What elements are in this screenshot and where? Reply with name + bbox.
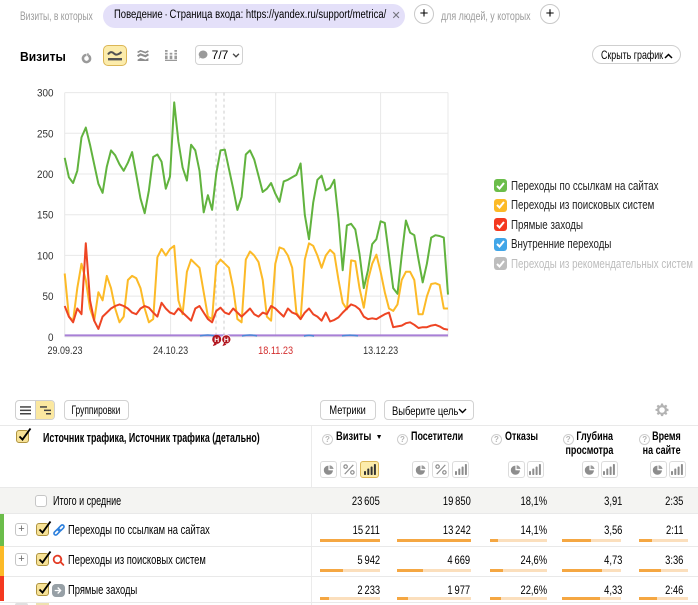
svg-text:300: 300 — [37, 88, 54, 100]
svg-text:Н: Н — [224, 337, 229, 344]
svg-text:13.12.23: 13.12.23 — [363, 345, 398, 357]
svg-text:29.09.23: 29.09.23 — [48, 345, 83, 357]
svg-text:100: 100 — [37, 250, 54, 262]
svg-text:0: 0 — [48, 332, 54, 344]
svg-text:50: 50 — [43, 291, 54, 303]
svg-text:150: 150 — [37, 210, 54, 222]
svg-text:250: 250 — [37, 128, 54, 140]
svg-text:18.11.23: 18.11.23 — [258, 345, 293, 357]
svg-text:Н: Н — [214, 337, 219, 344]
svg-text:200: 200 — [37, 169, 54, 181]
svg-text:24.10.23: 24.10.23 — [153, 345, 188, 357]
